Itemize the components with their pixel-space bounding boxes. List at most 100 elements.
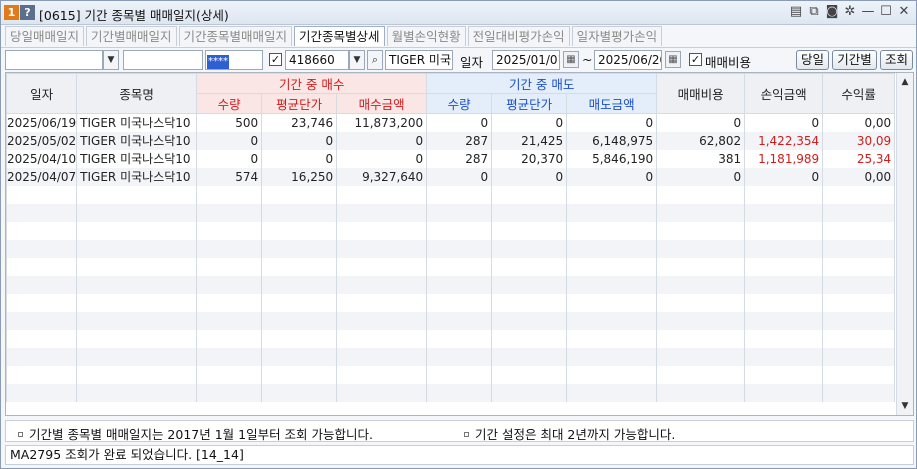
tab-period-stock-detail[interactable]: 기간종목별상세 [294, 26, 385, 46]
copy-icon[interactable]: ⧉ [806, 4, 822, 20]
account-select[interactable] [5, 50, 103, 70]
cell-fee [656, 185, 746, 204]
table-row[interactable]: 2025/04/10 TIGER 미국나스닥10 0 0 0 287 20,370 5,846… [6, 149, 896, 168]
cell-sell-amount [566, 275, 658, 294]
table-row[interactable]: 2025/06/19 TIGER 미국나스닥10 500 23,746 11,873,2… [6, 113, 896, 132]
table-row[interactable] [6, 365, 896, 384]
cell-stock-name [76, 383, 198, 402]
cell-buy-avg [261, 275, 338, 294]
table-row[interactable]: 2025/05/02 TIGER 미국나스닥10 0 0 0 287 21,425 6,148… [6, 131, 896, 150]
minimize-icon[interactable]: — [860, 4, 876, 20]
table-row[interactable] [6, 239, 896, 258]
status-bar: MA2795 조회가 완료 되었습니다. [14_14] [5, 445, 914, 465]
col-header-buy-avg[interactable]: 평균단가 [261, 93, 338, 114]
fee-checkbox[interactable]: ✓ [689, 53, 702, 66]
cell-buy-qty [196, 275, 263, 294]
cell-return [822, 185, 896, 204]
stock-code-input[interactable]: 418660 [285, 50, 349, 70]
cell-fee [656, 239, 746, 258]
cell-pnl [744, 329, 824, 348]
cell-buy-amount: 0 [336, 149, 428, 168]
cell-pnl [744, 203, 824, 222]
cell-sell-amount [566, 257, 658, 276]
maximize-icon[interactable]: ☐ [878, 4, 894, 20]
cell-pnl: 1,422,354 [744, 131, 824, 150]
account-name-field[interactable] [123, 50, 203, 70]
help-badge[interactable]: ? [20, 5, 35, 20]
col-header-date[interactable]: 일자 [6, 73, 78, 114]
table-row[interactable] [6, 185, 896, 204]
cell-buy-qty [196, 383, 263, 402]
tab-daily-journal[interactable]: 당일매매일지 [5, 26, 85, 46]
cell-sell-avg: 0 [491, 167, 568, 186]
scroll-down-icon[interactable]: ▼ [897, 398, 913, 414]
cell-date: 2025/04/07 [6, 167, 78, 186]
table-row[interactable] [6, 347, 896, 366]
query-toolbar: ▼ **** ✓ 418660 ▼ ⌕ TIGER 미국 일자 2025/01/… [1, 47, 916, 71]
cell-stock-name [76, 347, 198, 366]
dropdown-arrow-icon[interactable]: ▼ [349, 50, 365, 70]
col-header-buy-qty[interactable]: 수량 [196, 93, 263, 114]
camera-icon[interactable]: ◙ [824, 4, 840, 20]
date-to-input[interactable]: 2025/06/20 [594, 50, 662, 70]
stock-filter-checkbox[interactable]: ✓ [269, 53, 282, 66]
tab-monthly-pnl[interactable]: 월별손익현황 [386, 26, 466, 46]
cell-sell-amount [566, 185, 658, 204]
calendar-icon[interactable]: ▦ [563, 51, 579, 68]
cell-pnl [744, 383, 824, 402]
close-icon[interactable]: ✕ [896, 4, 912, 20]
col-header-sell-amount[interactable]: 매도금액 [566, 93, 658, 114]
col-header-sell-qty[interactable]: 수량 [426, 93, 493, 114]
table-row[interactable] [6, 221, 896, 240]
col-header-pnl[interactable]: 손익금액 [744, 73, 824, 114]
gear-icon[interactable]: ✲ [842, 4, 858, 20]
table-row[interactable] [6, 203, 896, 222]
cell-sell-amount [566, 239, 658, 258]
cell-pnl [744, 311, 824, 330]
table-row[interactable] [6, 329, 896, 348]
tab-bar: 당일매매일지 기간별매매일지 기간종목별매매일지 기간종목별상세 월별손익현황 … [5, 26, 664, 46]
period-button[interactable]: 기간별 [832, 50, 877, 70]
notes-icon[interactable]: ▤ [788, 4, 804, 20]
cell-return [822, 275, 896, 294]
search-icon[interactable]: ⌕ [367, 50, 383, 70]
col-header-return[interactable]: 수익률 [822, 73, 896, 114]
cell-stock-name [76, 311, 198, 330]
table-row[interactable] [6, 383, 896, 402]
cell-sell-amount: 5,846,190 [566, 149, 658, 168]
dropdown-arrow-icon[interactable]: ▼ [103, 50, 119, 70]
today-button[interactable]: 당일 [796, 50, 829, 70]
table-row[interactable] [6, 311, 896, 330]
cell-date: 2025/04/10 [6, 149, 78, 168]
screen-number-badge[interactable]: 1 [4, 5, 19, 20]
tab-period-stock-journal[interactable]: 기간종목별매매일지 [178, 26, 293, 46]
table-row[interactable] [6, 293, 896, 312]
col-header-fee[interactable]: 매매비용 [656, 73, 746, 114]
cell-date [6, 257, 78, 276]
cell-buy-amount [336, 311, 428, 330]
vertical-scrollbar[interactable]: ▲ ▼ [896, 73, 913, 415]
col-header-sell-avg[interactable]: 평균단가 [491, 93, 568, 114]
col-header-stock-name[interactable]: 종목명 [76, 73, 198, 114]
col-header-buy-amount[interactable]: 매수금액 [336, 93, 428, 114]
password-field[interactable]: **** [205, 50, 263, 70]
table-row[interactable] [6, 257, 896, 276]
tab-prev-day-valuation[interactable]: 전일대비평가손익 [467, 26, 570, 46]
query-button[interactable]: 조회 [880, 50, 913, 70]
scroll-up-icon[interactable]: ▲ [897, 74, 913, 90]
calendar-icon[interactable]: ▦ [665, 51, 681, 68]
cell-buy-avg [261, 293, 338, 312]
cell-stock-name: TIGER 미국나스닥10 [76, 113, 198, 132]
trade-grid[interactable]: 일자 종목명 기간 중 매수 기간 중 매도 매매비용 손익금액 수익률 수량 … [5, 72, 914, 416]
cell-sell-amount [566, 311, 658, 330]
date-from-input[interactable]: 2025/01/01 [492, 50, 560, 70]
cell-pnl: 1,181,989 [744, 149, 824, 168]
cell-buy-avg [261, 221, 338, 240]
table-row[interactable] [6, 275, 896, 294]
cell-buy-avg: 0 [261, 149, 338, 168]
tab-period-journal[interactable]: 기간별매매일지 [86, 26, 177, 46]
cell-buy-qty: 0 [196, 149, 263, 168]
tab-daily-valuation[interactable]: 일자별평가손익 [571, 26, 663, 46]
cell-buy-avg [261, 203, 338, 222]
table-row[interactable]: 2025/04/07 TIGER 미국나스닥10 574 16,250 9,327,64… [6, 167, 896, 186]
